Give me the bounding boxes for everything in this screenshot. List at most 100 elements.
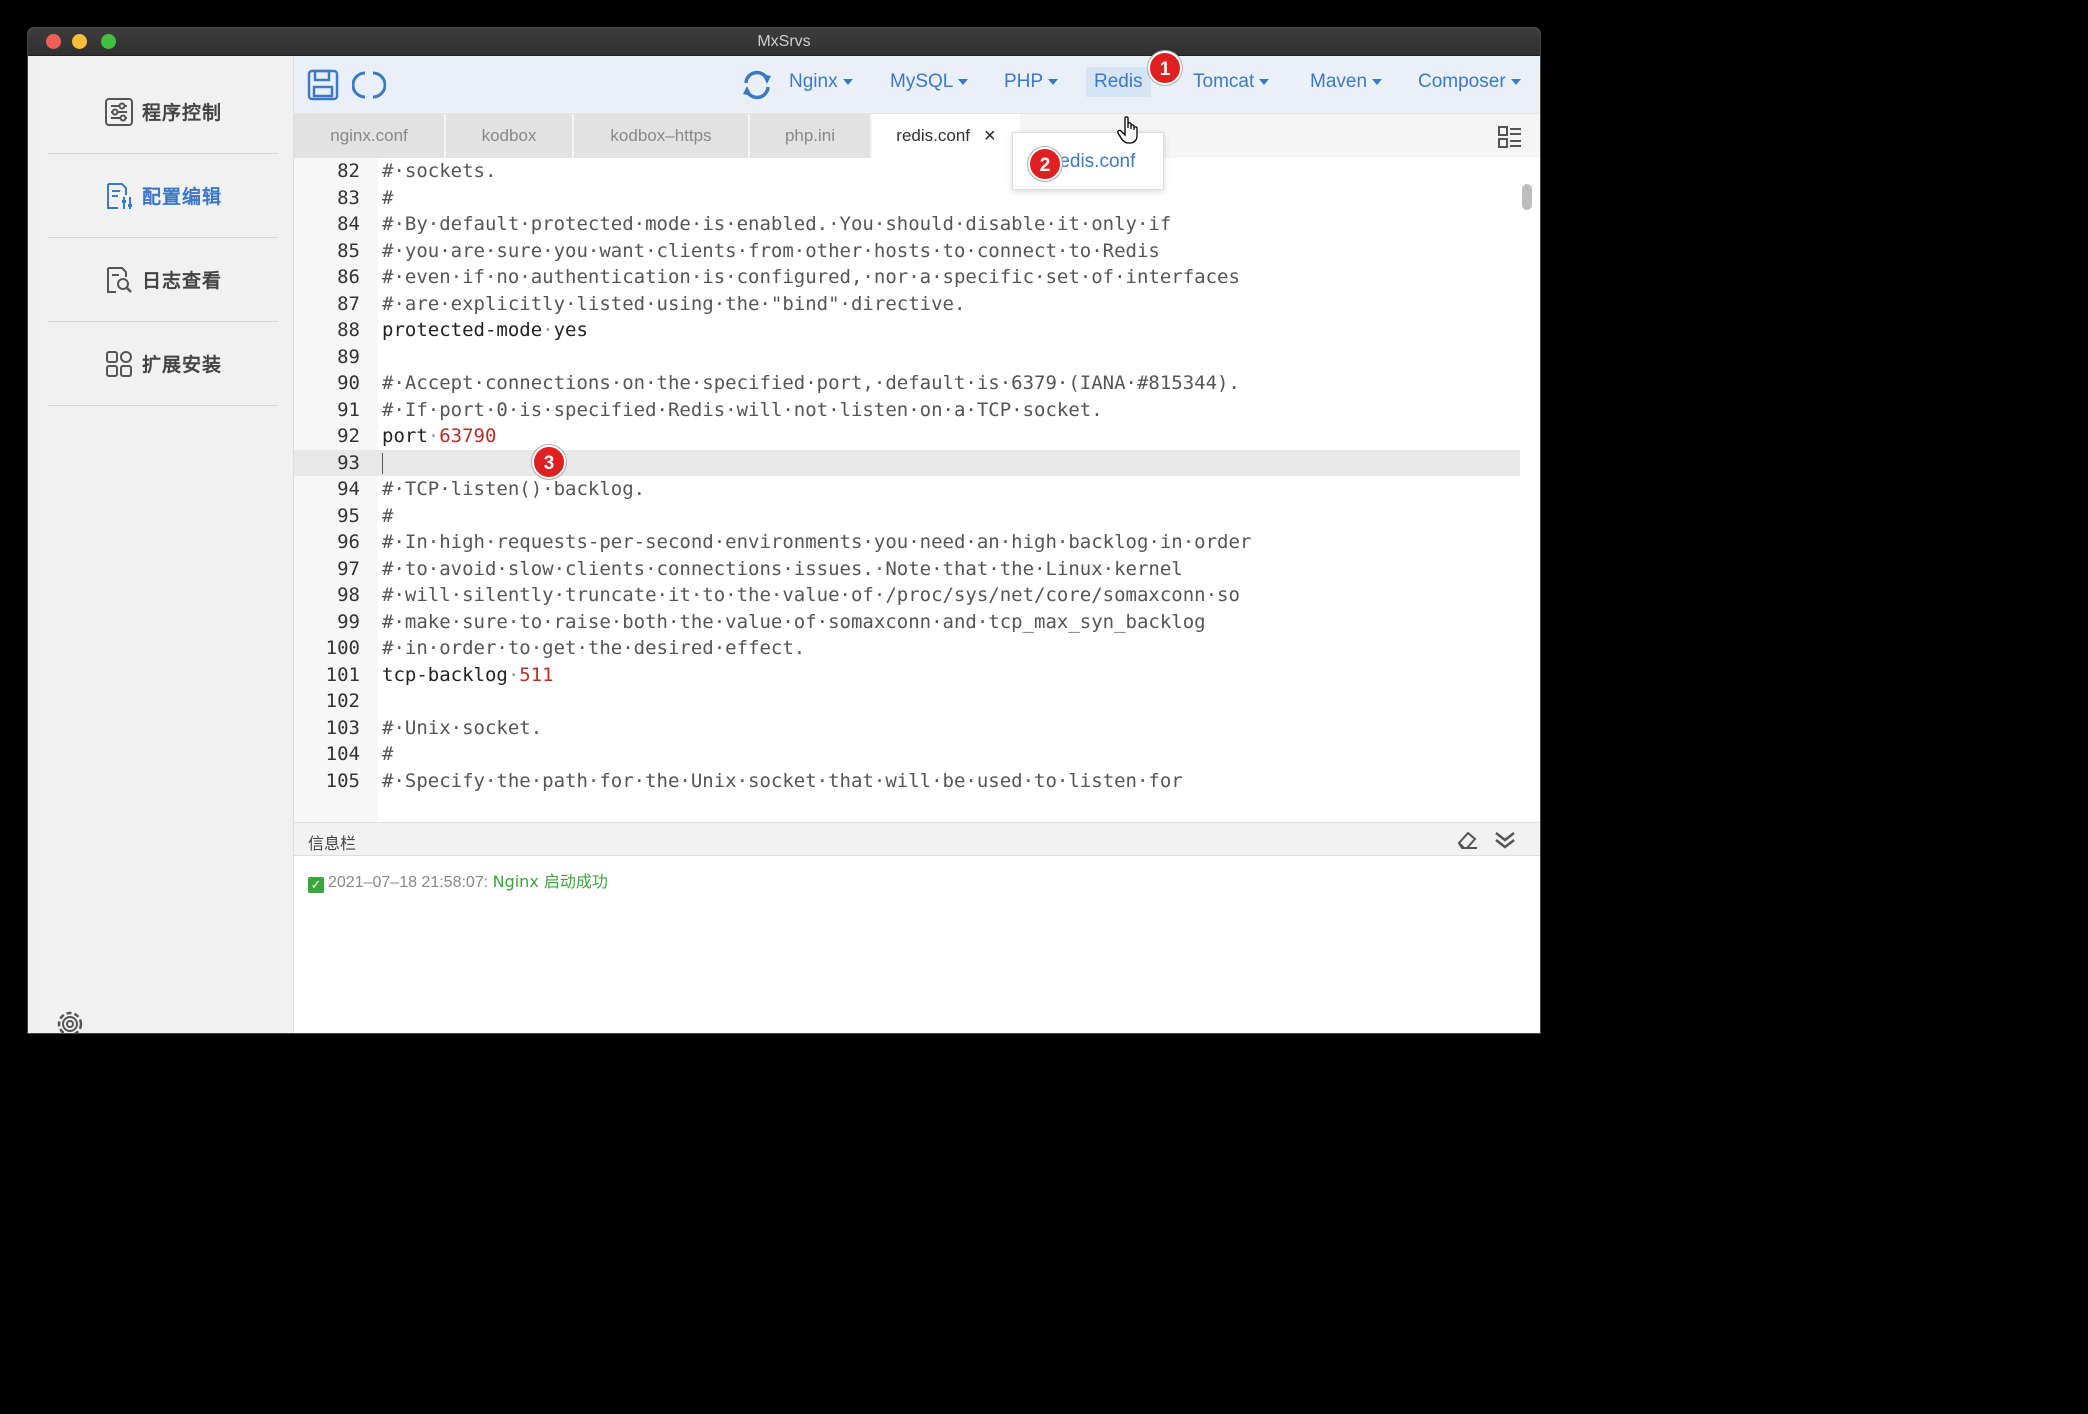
tab-label: nginx.conf <box>330 126 408 145</box>
log-search-icon <box>106 266 132 293</box>
line-number: 91 <box>337 398 360 421</box>
code-line[interactable]: 87 #·are·explicitly·listed·using·the·"bin… <box>294 291 1520 318</box>
refresh-icon[interactable] <box>740 68 774 102</box>
line-number: 101 <box>325 663 360 686</box>
code-line[interactable]: 97 #·to·avoid·slow·clients·connections·is… <box>294 556 1520 583</box>
dropdown-item-redis-conf[interactable]: redis.conf <box>1053 151 1135 172</box>
code-line[interactable]: 94 #·TCP·listen()·backlog. <box>294 476 1520 503</box>
menu-maven[interactable]: Maven <box>1310 71 1383 93</box>
reload-icon[interactable] <box>352 68 386 102</box>
code-line[interactable]: 91 #·If·port·0·is·specified·Redis·will·no… <box>294 397 1520 424</box>
line-number: 97 <box>337 557 360 580</box>
config-key: port <box>382 425 428 447</box>
eraser-icon[interactable] <box>1456 830 1478 850</box>
main-panel: Nginx MySQL PHP Redis Tomcat Maven Compo… <box>294 51 1540 1033</box>
code-line[interactable]: 88 protected-mode·yes <box>294 317 1520 344</box>
code-line[interactable]: 86 #·even·if·no·authentication·is·configu… <box>294 264 1520 291</box>
code-line[interactable]: 105 #·Specify·the·path·for·the·Unix·socke… <box>294 768 1520 795</box>
close-tab-icon[interactable]: × <box>984 125 996 148</box>
code-line[interactable]: 100 #·in·order·to·get·the·desired·effect. <box>294 635 1520 662</box>
code-line[interactable]: 93 <box>294 449 1520 476</box>
line-number: 89 <box>337 345 360 368</box>
sidebar-item-extensions[interactable]: 扩展安装 <box>48 322 278 406</box>
code-text: #·If·port·0·is·specified·Redis·will·not·… <box>382 398 1103 421</box>
line-number: 102 <box>325 690 360 712</box>
menu-nginx[interactable]: Nginx <box>789 71 853 93</box>
code-text: # <box>382 504 394 527</box>
app-window: MxSrvs 程序控制 配置编辑 日志查看 扩展安装 Nginx MySQL P… <box>28 28 1540 1033</box>
menu-label: Nginx <box>789 71 838 92</box>
code-line[interactable]: 101 tcp-backlog·511 <box>294 662 1520 689</box>
code-line[interactable]: 98 #·will·silently·truncate·it·to·the·val… <box>294 582 1520 609</box>
window-title: MxSrvs <box>757 33 811 50</box>
text-cursor <box>382 452 383 474</box>
tab-php-ini[interactable]: php.ini <box>750 114 872 158</box>
code-line[interactable]: 83 # <box>294 185 1520 212</box>
code-line[interactable]: 96 #·In·high·requests-per-second·environm… <box>294 529 1520 556</box>
menu-label: PHP <box>1004 71 1044 92</box>
tab-list-icon[interactable] <box>1498 126 1522 148</box>
menu-composer[interactable]: Composer <box>1418 71 1521 93</box>
step-badge-2: 2 <box>1028 147 1062 181</box>
code-line[interactable]: 82 #·sockets. <box>294 158 1520 185</box>
tab-redis-conf[interactable]: redis.conf × <box>872 114 1022 158</box>
tab-kodbox-https[interactable]: kodbox–https <box>574 114 750 158</box>
menu-redis[interactable]: Redis <box>1086 67 1151 97</box>
menu-label: MySQL <box>890 71 954 92</box>
log-message: Nginx 启动成功 <box>492 872 608 891</box>
line-number: 103 <box>325 716 360 739</box>
save-icon[interactable] <box>306 68 340 102</box>
line-number: 88 <box>337 319 360 341</box>
tab-kodbox[interactable]: kodbox <box>446 114 574 158</box>
code-line[interactable]: 85 #·you·are·sure·you·want·clients·from·o… <box>294 238 1520 265</box>
menu-mysql[interactable]: MySQL <box>890 71 969 93</box>
line-number: 90 <box>337 372 360 394</box>
line-number: 87 <box>337 292 360 315</box>
file-tabs: nginx.conf kodbox kodbox–https php.ini r… <box>294 114 1540 158</box>
code-line[interactable]: 102 <box>294 688 1520 715</box>
code-line[interactable]: 90 #·Accept·connections·on·the·specified·… <box>294 370 1520 397</box>
code-text: #·In·high·requests-per-second·environmen… <box>382 531 1252 553</box>
config-value: 63790 <box>439 425 497 447</box>
line-number: 86 <box>337 266 360 288</box>
tab-label: php.ini <box>784 126 836 145</box>
menu-php[interactable]: PHP <box>1004 71 1059 93</box>
code-editor[interactable]: 82 #·sockets. 83 #84 #·By·default·protected·… <box>294 158 1540 822</box>
code-line[interactable]: 103 #·Unix·socket. <box>294 715 1520 742</box>
code-line[interactable]: 95 # <box>294 503 1520 530</box>
log-entry: ✓ 2021–07–18 21:58:07: Nginx 启动成功 <box>308 868 608 893</box>
sidebar-item-config-edit[interactable]: 配置编辑 <box>48 154 278 238</box>
collapse-panel-icon[interactable] <box>1494 830 1516 850</box>
editor-scrollbar[interactable] <box>1522 184 1532 210</box>
settings-gear-icon[interactable] <box>52 1006 88 1033</box>
sidebar-item-program-control[interactable]: 程序控制 <box>48 70 278 154</box>
code-text: #·Specify·the·path·for·the·Unix·socket·t… <box>382 769 1183 792</box>
code-text: #·TCP·listen()·backlog. <box>382 478 646 500</box>
code-line[interactable]: 92 port·63790 <box>294 423 1520 450</box>
line-number: 100 <box>325 637 360 659</box>
code-line[interactable]: 99 #·make·sure·to·raise·both·the·value·of… <box>294 609 1520 636</box>
code-line[interactable]: 89 <box>294 344 1520 371</box>
line-number: 99 <box>337 610 360 633</box>
line-number: 84 <box>337 213 360 235</box>
extensions-icon <box>105 350 132 377</box>
info-bar: 信息栏 <box>294 822 1540 856</box>
code-text: # <box>382 743 394 765</box>
sliders-icon <box>104 97 133 126</box>
menu-label: Maven <box>1310 71 1368 92</box>
menu-label: Redis <box>1094 71 1143 92</box>
code-text: #·Unix·socket. <box>382 716 543 739</box>
code-text: #·will·silently·truncate·it·to·the·value… <box>382 584 1240 606</box>
sidebar-item-log-view[interactable]: 日志查看 <box>48 238 278 322</box>
line-number: 82 <box>337 160 360 182</box>
caret-down-icon <box>1372 78 1383 85</box>
tab-nginx-conf[interactable]: nginx.conf <box>294 114 446 158</box>
menu-tomcat[interactable]: Tomcat <box>1193 71 1270 93</box>
title-bar: MxSrvs <box>28 28 1540 56</box>
caret-down-icon <box>958 78 969 85</box>
code-line[interactable]: 84 #·By·default·protected·mode·is·enabled… <box>294 211 1520 238</box>
code-text: protected-mode·yes <box>382 319 588 341</box>
code-text: #·By·default·protected·mode·is·enabled.·… <box>382 213 1172 235</box>
code-line[interactable]: 104 # <box>294 741 1520 768</box>
config-edit-icon <box>106 182 132 209</box>
